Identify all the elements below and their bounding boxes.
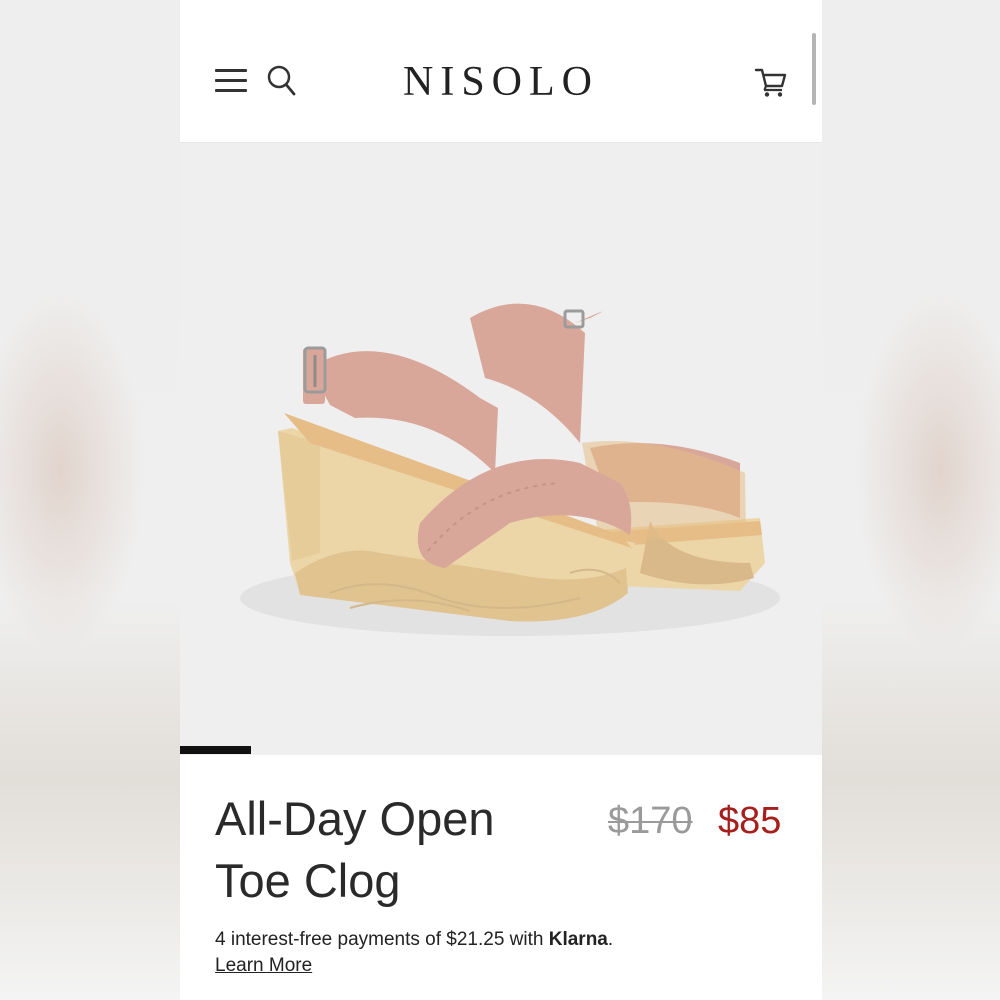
product-title-line-1: All-Day Open [215,792,495,845]
product-title: All-Day Open Toe Clog [215,788,575,912]
original-price: $170 [608,800,693,842]
scrollbar[interactable] [812,33,816,105]
shopping-cart-icon[interactable] [754,66,788,98]
carousel-indicator[interactable] [180,746,251,754]
installments-info: 4 interest-free payments of $21.25 with … [215,929,613,951]
learn-more-link[interactable]: Learn More [215,955,312,977]
product-image[interactable] [180,143,822,755]
sale-price: $85 [718,800,782,842]
product-title-line-2: Toe Clog [215,854,401,907]
installments-suffix: . [607,929,614,950]
mobile-page: NISOLO All-Day Open Toe Clog $170 $85 4 … [180,0,822,1000]
site-header: NISOLO [180,0,822,143]
brand-logo[interactable]: NISOLO [180,58,822,106]
installments-text: 4 interest-free payments of $21.25 with [215,929,549,950]
klarna-logo: Klarna [548,929,608,950]
